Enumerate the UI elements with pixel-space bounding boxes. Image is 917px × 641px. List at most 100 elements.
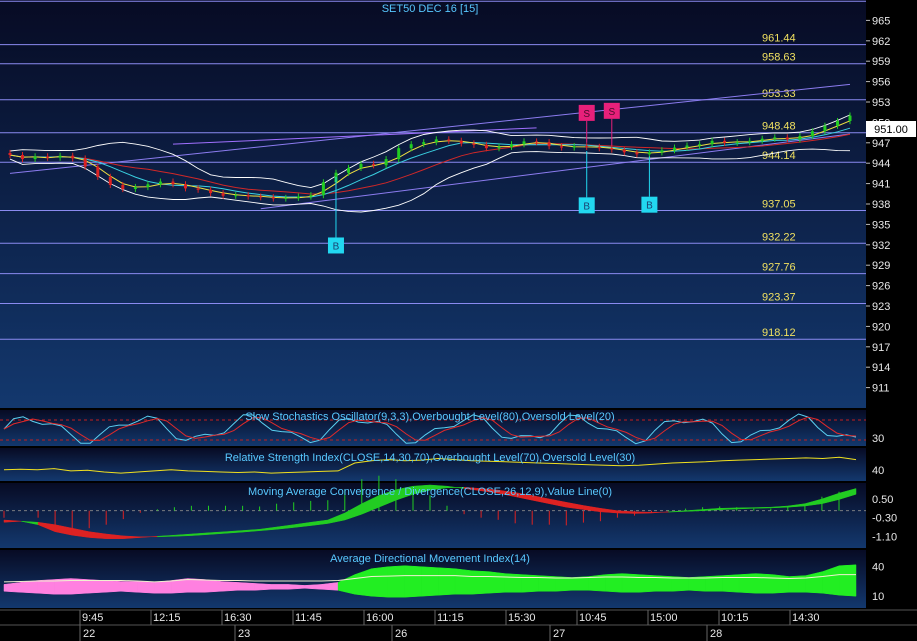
adx-fill-down <box>103 580 122 593</box>
adx-fill-up <box>454 568 473 595</box>
candle-body <box>83 158 87 167</box>
candle-body <box>535 141 539 143</box>
stochastics-panel[interactable]: Slow Stochastics Oscillator(9,3,3),Overb… <box>0 410 866 446</box>
candle-body <box>296 196 300 198</box>
level-label: 937.05 <box>762 199 796 211</box>
adx-panel[interactable]: Average Directional Movement Index(14) <box>0 550 866 608</box>
candle-body <box>372 163 376 166</box>
level-label: 932.22 <box>762 231 796 243</box>
candle-body <box>823 125 827 132</box>
macd-title: Moving Average Convergence / Divergence(… <box>248 486 612 498</box>
time-tick-label: 12:15 <box>153 612 181 624</box>
macd-tick-label: -1.10 <box>872 531 897 543</box>
candle-body <box>522 141 526 145</box>
time-tick-label: 10:45 <box>579 612 607 624</box>
candle-body <box>848 115 852 121</box>
adx-fill-up <box>504 573 523 593</box>
candle-body <box>309 195 313 197</box>
price-panel[interactable]: 967.81961.44958.63953.33948.48944.14937.… <box>0 0 866 408</box>
macd-fill-up <box>753 506 772 509</box>
candle-body <box>384 159 388 166</box>
adx-fill-up <box>839 564 857 597</box>
macd-panel[interactable]: Moving Average Convergence / Divergence(… <box>0 475 866 548</box>
price-tick-label: 959 <box>872 56 890 68</box>
adx-fill-down <box>20 580 38 594</box>
candle-body <box>96 166 100 177</box>
price-tick-label: 929 <box>872 260 890 272</box>
adx-fill-up <box>555 576 573 592</box>
candle-body <box>673 147 676 151</box>
price-tick-label: 923 <box>872 301 890 313</box>
candle-body <box>409 144 413 149</box>
adx-fill-up <box>387 565 406 598</box>
adx-tick-label: 10 <box>872 591 884 603</box>
adx-fill-up <box>605 573 623 593</box>
candle-body <box>271 197 275 199</box>
adx-fill-down <box>220 581 239 592</box>
time-tick-label: 15:00 <box>650 612 678 624</box>
adx-fill-up <box>488 571 506 594</box>
candle-body <box>108 176 112 185</box>
candle-body <box>21 155 24 160</box>
candle-body <box>246 195 250 197</box>
adx-fill-down <box>187 578 205 593</box>
adx-fill-up <box>438 567 456 596</box>
candle-body <box>434 139 438 143</box>
adx-fill-down <box>237 582 255 591</box>
candle-body <box>710 140 714 145</box>
candle-body <box>810 131 814 136</box>
adx-fill-down <box>287 584 305 590</box>
adx-title: Average Directional Movement Index(14) <box>330 553 530 565</box>
last-price-value: 951.00 <box>874 124 908 136</box>
price-tick-label: 926 <box>872 281 890 293</box>
price-tick-label: 932 <box>872 240 890 252</box>
candle-body <box>585 146 589 148</box>
time-tick-label: 11:45 <box>295 612 322 624</box>
adx-fill-up <box>471 570 489 595</box>
candle-body <box>447 139 451 141</box>
candle-body <box>785 137 789 140</box>
adx-fill-down <box>204 579 222 593</box>
adx-fill-up <box>621 573 640 593</box>
sell-signal-label: S <box>583 109 590 120</box>
time-tick-label: 15:30 <box>508 612 536 624</box>
stochastics-title: Slow Stochastics Oscillator(9,3,3),Overb… <box>245 411 614 423</box>
candle-body <box>685 145 689 148</box>
candle-body <box>635 152 639 155</box>
adx-tick-label: 40 <box>872 562 884 574</box>
buy-signal-label: B <box>646 201 653 212</box>
candle-body <box>597 146 601 149</box>
trading-chart[interactable]: 967.81961.44958.63953.33948.48944.14937.… <box>0 0 917 641</box>
level-label: 948.48 <box>762 121 796 133</box>
rsi-panel[interactable]: Relative Strength Index(CLOSE,14,30,70),… <box>0 448 866 481</box>
candle-body <box>8 153 12 155</box>
candle-body <box>698 144 702 146</box>
candle-body <box>146 184 150 187</box>
candle-body <box>459 140 463 144</box>
candle-body <box>209 189 213 194</box>
buy-signal-label: B <box>333 241 340 252</box>
macd-tick-label: 0.50 <box>872 494 893 506</box>
time-tick-label: 10:15 <box>721 612 749 624</box>
candle-body <box>359 163 363 168</box>
macd-tick-label: -0.30 <box>872 513 897 525</box>
candle-body <box>572 146 576 148</box>
date-tick-label: 26 <box>395 628 407 640</box>
adx-fill-down <box>3 582 21 593</box>
candle-body <box>234 195 238 197</box>
candle-body <box>321 182 325 196</box>
candle-body <box>284 197 288 199</box>
adx-fill-up <box>738 573 757 594</box>
time-tick-label: 16:30 <box>224 612 252 624</box>
candle-body <box>184 184 187 189</box>
price-tick-label: 965 <box>872 15 890 27</box>
candle-body <box>33 156 37 160</box>
level-label: 953.33 <box>762 88 796 100</box>
adx-fill-up <box>755 573 773 594</box>
price-tick-label: 938 <box>872 199 890 211</box>
price-tick-label: 941 <box>872 179 890 191</box>
adx-fill-down <box>254 583 272 591</box>
adx-fill-down <box>304 584 322 590</box>
date-tick-label: 28 <box>710 628 722 640</box>
level-label: 967.81 <box>762 0 796 1</box>
